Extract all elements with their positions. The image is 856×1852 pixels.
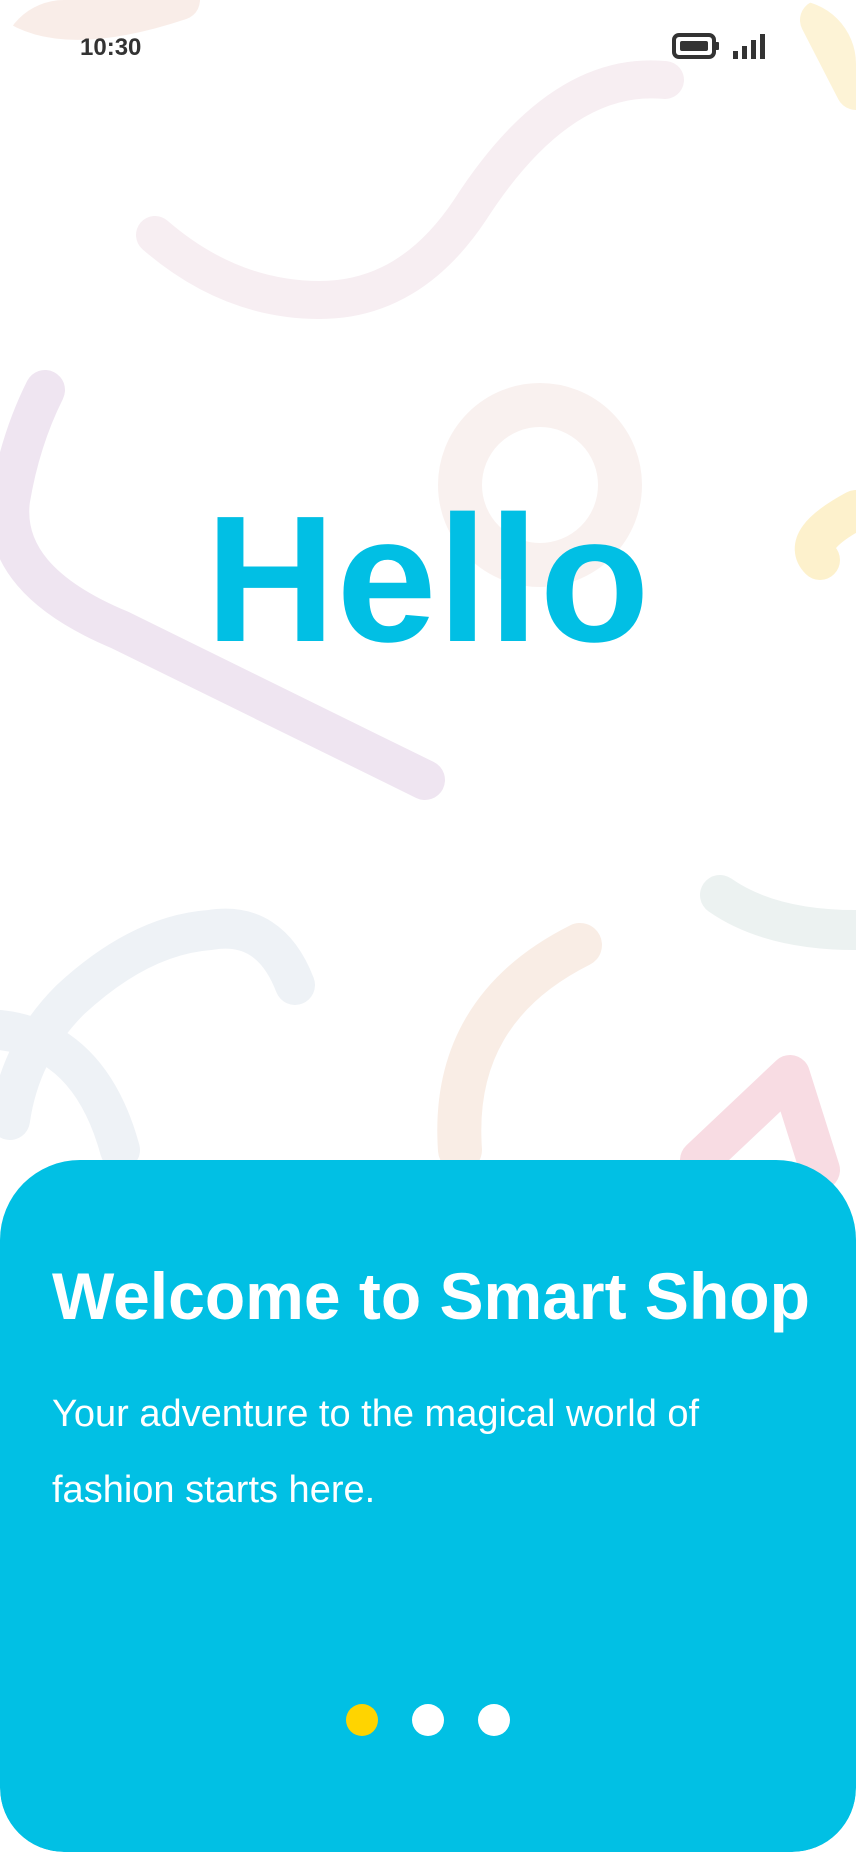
pagination-dots <box>0 1704 856 1736</box>
welcome-subtitle: Your adventure to the magical world of f… <box>52 1393 700 1511</box>
signal-icon <box>732 32 768 65</box>
welcome-title: Welcome to Smart Shop <box>52 1259 810 1333</box>
pagination-dot[interactable] <box>346 1704 378 1736</box>
hero-greeting: Hello <box>205 479 651 680</box>
status-icons <box>672 32 768 65</box>
welcome-panel: Welcome to Smart Shop Your adventure to … <box>0 1160 856 1852</box>
status-bar: 10:30 <box>0 0 856 96</box>
pagination-dot[interactable] <box>412 1704 444 1736</box>
pagination-dot[interactable] <box>478 1704 510 1736</box>
onboarding-screen: 10:30 Hello Welcome to Smart Shop Your a… <box>0 0 856 1852</box>
battery-icon <box>672 32 720 65</box>
status-time: 10:30 <box>80 34 142 61</box>
